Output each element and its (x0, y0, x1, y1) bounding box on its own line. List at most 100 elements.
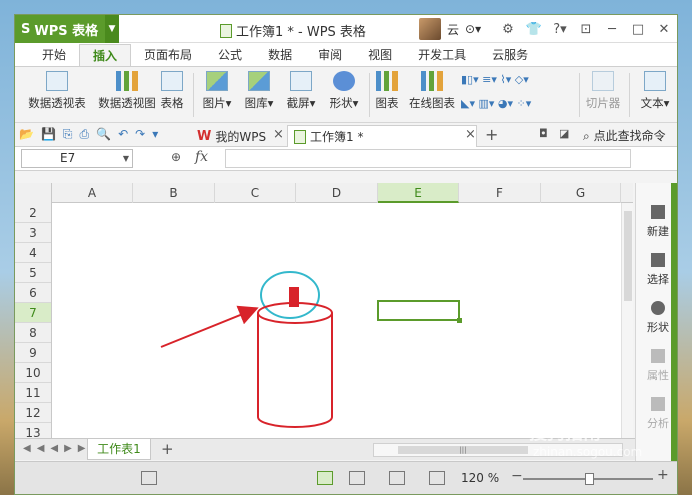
shape-button[interactable]: 形状▾ (323, 71, 365, 111)
tab-mywps[interactable]: W 我的WPS (191, 125, 272, 147)
zoom-out-icon[interactable]: − (511, 468, 523, 484)
help-icon[interactable]: ?▾ (547, 22, 573, 37)
screenshot-label: 截屏 (286, 96, 310, 110)
page-break-view-icon[interactable] (349, 471, 365, 485)
chevron-down-icon: ▾ (225, 96, 232, 110)
tab-cloud[interactable]: 云服务 (479, 44, 541, 66)
formula-input[interactable] (225, 149, 631, 168)
pivot-chart-button[interactable]: 数据透视图 (91, 71, 163, 111)
command-search-label: 点此查找命令 (593, 129, 666, 143)
chart-label: 图表 (375, 96, 399, 110)
vertical-scrollbar[interactable] (621, 203, 633, 438)
sheet-tab-1[interactable]: 工作表1 (87, 439, 151, 460)
undo-icon[interactable]: ↶ (118, 127, 128, 142)
scroll-thumb[interactable] (624, 211, 632, 301)
user-area[interactable]: 云 ⊙▾ (419, 18, 481, 40)
chevron-down-icon[interactable]: ▼ (123, 150, 129, 167)
online-chart-label: 在线图表 (409, 96, 455, 110)
backup-icon[interactable]: ◘ (539, 127, 548, 140)
pane-collapse-handle[interactable] (671, 183, 677, 473)
tab-review[interactable]: 审阅 (305, 44, 355, 66)
customize-icon[interactable]: ▾ (152, 127, 158, 142)
new-tab-icon[interactable]: + (485, 125, 498, 144)
tab-developer[interactable]: 开发工具 (405, 44, 479, 66)
normal-view-icon[interactable] (317, 471, 333, 485)
command-search[interactable]: ⌕ 点此查找命令 (583, 127, 666, 144)
table-button[interactable]: 表格 (155, 71, 189, 111)
pivot-table-label: 数据透视表 (28, 96, 86, 110)
area-chart-icon[interactable]: ◣▾ ▥▾ ◕▾ ⁘▾ (461, 97, 531, 110)
zoom-in-icon[interactable]: + (657, 467, 669, 483)
window-controls: ⚙ 👕 ?▾ ⊡ ─ □ ✕ (495, 15, 677, 43)
add-sheet-icon[interactable]: + (161, 440, 174, 458)
zoom-slider-knob[interactable] (585, 473, 594, 485)
close-tab-mywps-icon[interactable]: × (273, 127, 284, 142)
column-chart-icon[interactable]: ▮▯▾ ≡▾ ⌇▾ ◇▾ (461, 73, 529, 86)
online-chart-button[interactable]: 在线图表 (405, 71, 459, 111)
skin-icon[interactable]: ⚙ (495, 22, 521, 37)
formula-bar: E7 ▼ ⊕ fx (15, 147, 677, 171)
shirt-icon[interactable]: 👕 (521, 22, 547, 37)
layout-icon[interactable] (389, 471, 405, 485)
tab-view[interactable]: 视图 (355, 44, 405, 66)
screenshot-button[interactable]: 截屏▾ (281, 71, 321, 111)
avatar[interactable] (419, 18, 441, 40)
export-pdf-icon[interactable]: ⎘ (63, 127, 73, 142)
cloud-status-icon[interactable]: ⊙▾ (465, 22, 481, 36)
properties-icon (651, 349, 665, 363)
slicer-button[interactable]: 切片器 (583, 71, 623, 111)
spreadsheet-grid[interactable]: A B C D E F G 2 3 4 5 6 7 8 9 10 11 12 1… (15, 183, 633, 438)
sheet-nav-arrows[interactable]: ◀◀◀▶▶ (23, 443, 91, 454)
tab-home[interactable]: 开始 (29, 44, 79, 66)
close-button[interactable]: ✕ (651, 22, 677, 37)
close-tab-icon[interactable]: × (465, 127, 476, 142)
share-icon[interactable]: ◪ (559, 127, 569, 140)
ribbon-insert: 数据透视表 数据透视图 表格 图片▾ 图库▾ 截屏▾ 形状▾ 图表 在线图表 ▮… (15, 67, 677, 123)
wps-app-menu-button[interactable]: S WPS 表格 ▼ (15, 15, 119, 43)
scroll-thumb[interactable]: ||| (398, 446, 528, 454)
eye-protect-icon[interactable] (429, 471, 445, 485)
selected-cell-e7[interactable] (377, 300, 462, 323)
save-icon[interactable]: 💾 (41, 127, 56, 142)
annotation-arrow[interactable] (160, 305, 259, 348)
zoom-formula-icon[interactable]: ⊕ (171, 150, 181, 164)
zoom-level[interactable]: 120 % (461, 471, 499, 485)
chevron-down-icon: ▾ (267, 96, 274, 110)
picture-button[interactable]: 图片▾ (197, 71, 237, 111)
name-box[interactable]: E7 ▼ (21, 149, 133, 168)
search-icon: ⌕ (583, 129, 590, 143)
pane-properties-label: 属性 (647, 369, 669, 382)
gallery-button[interactable]: 图库▾ (239, 71, 279, 111)
maximize-button[interactable]: □ (625, 22, 651, 37)
zoom-slider[interactable] (523, 473, 653, 485)
tab-data[interactable]: 数据 (255, 44, 305, 66)
cylinder-shape[interactable] (257, 302, 333, 428)
text-button[interactable]: 文本▾ (633, 71, 677, 111)
print-preview-icon[interactable]: 🔍 (96, 127, 111, 142)
document-tabs: 📂 💾 ⎘ ⎙ 🔍 ↶ ↷ ▾ W 我的WPS × 工作簿1 * × + ◘ ◪… (15, 123, 677, 147)
redo-icon[interactable]: ↷ (135, 127, 145, 142)
pivot-table-button[interactable]: 数据透视表 (21, 71, 93, 111)
minimize-button[interactable]: ─ (599, 22, 625, 37)
tab-page-layout[interactable]: 页面布局 (131, 44, 205, 66)
chevron-down-icon: ▾ (663, 96, 670, 110)
pane-shape-label: 形状 (647, 321, 669, 334)
tab-insert[interactable]: 插入 (79, 44, 132, 66)
window-title-text: 工作簿1 * - WPS 表格 (236, 25, 366, 40)
chevron-down-icon[interactable]: ▼ (105, 15, 119, 43)
chart-button[interactable]: 图表 (371, 71, 403, 111)
record-macro-icon[interactable] (141, 471, 157, 485)
pane-new-label: 新建 (647, 225, 669, 238)
watermark-url: zhinan.sogou.com (533, 445, 643, 459)
restore-ribbon-icon[interactable]: ⊡ (573, 22, 599, 37)
shape-icon (651, 301, 665, 315)
title-bar: S WPS 表格 ▼ 工作簿1 * - WPS 表格 云 ⊙▾ ⚙ 👕 ?▾ ⊡… (15, 15, 677, 43)
function-icon[interactable]: fx (195, 149, 208, 165)
open-icon[interactable]: 📂 (19, 127, 34, 142)
cell-reference: E7 (60, 151, 76, 165)
print-icon[interactable]: ⎙ (80, 127, 90, 142)
picture-icon (206, 71, 228, 91)
tab-formulas[interactable]: 公式 (205, 44, 255, 66)
document-icon (294, 129, 306, 144)
tab-workbook1[interactable]: 工作簿1 * (287, 125, 477, 147)
